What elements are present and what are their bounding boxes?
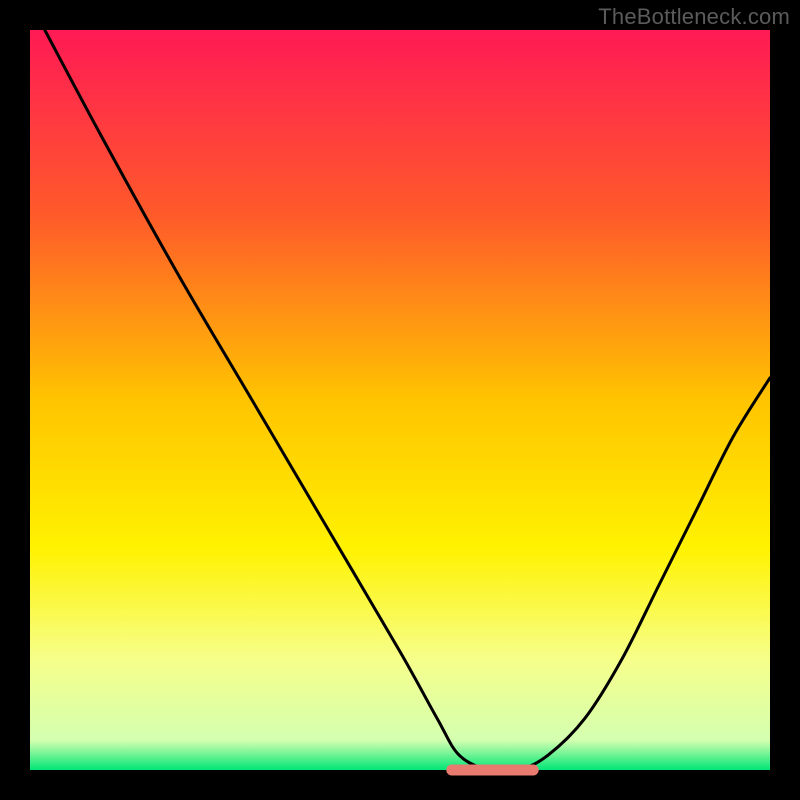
watermark-text: TheBottleneck.com (598, 4, 790, 30)
bottleneck-chart (0, 0, 800, 800)
chart-background-gradient (30, 30, 770, 770)
chart-frame: TheBottleneck.com (0, 0, 800, 800)
